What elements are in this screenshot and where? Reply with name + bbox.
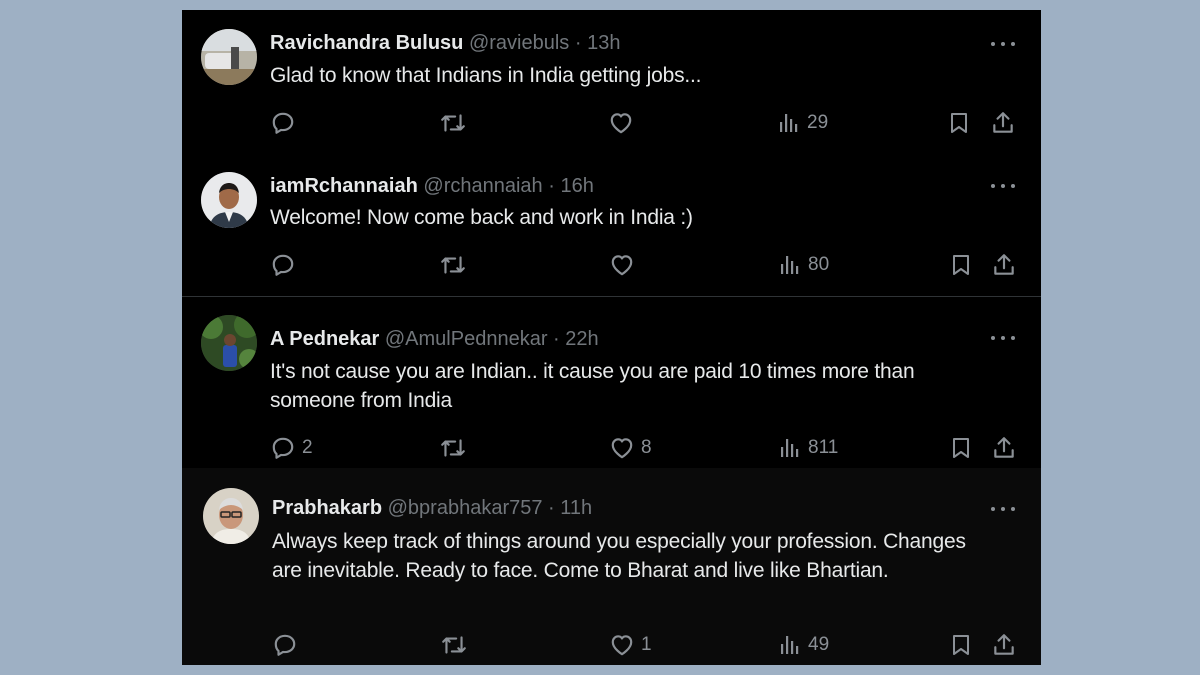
share-button[interactable] (991, 252, 1017, 278)
reply-icon (272, 437, 294, 459)
like-button[interactable]: 1 (609, 632, 652, 658)
reply-icon (274, 634, 296, 656)
tweet-text: Welcome! Now come back and work in India… (270, 206, 693, 229)
retweet-button[interactable] (439, 252, 473, 278)
retweet-icon (442, 636, 466, 654)
separator-dot: · (548, 497, 555, 519)
avatar[interactable] (203, 488, 259, 544)
views-count: 49 (808, 634, 830, 655)
share-icon (993, 112, 1013, 133)
tweet-text: It's not cause you are Indian.. it cause… (270, 360, 915, 412)
avatar[interactable] (201, 315, 257, 371)
views-button[interactable]: 29 (777, 110, 828, 136)
tweet[interactable]: Prabhakarb @bprabhakar757 · 11h Always k… (182, 468, 1041, 665)
display-name[interactable]: iamRchannaiah (270, 175, 418, 197)
display-name[interactable]: Prabhakarb (272, 497, 382, 519)
bookmark-icon (953, 635, 969, 655)
share-button[interactable] (990, 110, 1016, 136)
views-icon (781, 636, 799, 654)
share-icon (994, 634, 1014, 655)
avatar[interactable] (201, 172, 257, 228)
avatar[interactable] (201, 29, 257, 85)
retweet-button[interactable] (439, 110, 473, 136)
reply-count: 2 (302, 437, 313, 458)
retweet-icon (441, 256, 465, 274)
share-icon (994, 437, 1014, 458)
more-icon[interactable] (991, 176, 1015, 196)
like-count: 8 (641, 437, 652, 458)
timestamp[interactable]: 22h (565, 328, 598, 350)
reply-button[interactable] (270, 252, 302, 278)
heart-icon (611, 635, 633, 656)
tweet-text: Always keep track of things around you e… (272, 530, 966, 582)
retweet-button[interactable] (439, 435, 473, 461)
heart-icon (610, 113, 632, 134)
user-handle[interactable]: @rchannaiah (423, 175, 542, 197)
views-count: 29 (807, 112, 829, 133)
reply-button[interactable] (270, 110, 302, 136)
user-handle[interactable]: @bprabhakar757 (388, 497, 543, 519)
views-icon (780, 114, 798, 132)
views-count: 80 (808, 254, 830, 275)
like-button[interactable] (609, 252, 641, 278)
reply-button[interactable] (272, 632, 304, 658)
bookmark-icon (951, 113, 967, 133)
bookmark-button[interactable] (949, 252, 973, 278)
display-name[interactable]: A Pednekar (270, 328, 379, 350)
separator-dot: · (553, 328, 560, 350)
more-icon[interactable] (991, 328, 1015, 348)
display-name[interactable]: Ravichandra Bulusu (270, 32, 463, 54)
replies-panel: Ravichandra Bulusu @raviebuls · 13h Glad… (182, 10, 1041, 665)
bookmark-button[interactable] (949, 632, 973, 658)
views-button[interactable]: 80 (778, 252, 829, 278)
separator-dot: · (574, 32, 582, 54)
share-button[interactable] (991, 435, 1017, 461)
like-button[interactable] (608, 110, 640, 136)
tweet[interactable]: A Pednekar @AmulPednnekar · 22h It's not… (182, 297, 1041, 468)
views-count: 811 (808, 437, 839, 458)
like-button[interactable]: 8 (609, 435, 652, 461)
tweet-text: Glad to know that Indians in India getti… (270, 64, 702, 87)
more-icon[interactable] (991, 499, 1015, 519)
more-icon[interactable] (991, 34, 1015, 54)
views-button[interactable]: 811 (778, 435, 838, 461)
tweet-header: Prabhakarb @bprabhakar757 · 11h (272, 495, 592, 521)
reply-button[interactable]: 2 (270, 435, 313, 461)
retweet-icon (441, 114, 465, 132)
heart-icon (611, 255, 633, 276)
like-count: 1 (641, 634, 652, 655)
tweet[interactable]: Ravichandra Bulusu @raviebuls · 13h Glad… (182, 10, 1041, 153)
user-handle[interactable]: @raviebuls (469, 32, 569, 54)
bookmark-button[interactable] (949, 435, 973, 461)
tweet-header: A Pednekar @AmulPednnekar · 22h (270, 326, 599, 352)
timestamp[interactable]: 16h (560, 175, 593, 197)
views-icon (781, 439, 799, 457)
retweet-icon (441, 439, 465, 457)
reply-icon (272, 254, 294, 276)
bookmark-icon (953, 438, 969, 458)
reply-icon (272, 112, 294, 134)
bookmark-icon (953, 255, 969, 275)
user-handle[interactable]: @AmulPednnekar (385, 328, 548, 350)
bookmark-button[interactable] (947, 110, 971, 136)
views-button[interactable]: 49 (778, 632, 829, 658)
tweet-header: iamRchannaiah @rchannaiah · 16h (270, 173, 594, 199)
retweet-button[interactable] (440, 632, 474, 658)
timestamp[interactable]: 13h (587, 32, 620, 54)
timestamp[interactable]: 11h (560, 497, 592, 519)
separator-dot: · (548, 175, 555, 197)
share-button[interactable] (991, 632, 1017, 658)
share-icon (994, 254, 1014, 275)
tweet[interactable]: iamRchannaiah @rchannaiah · 16h Welcome!… (182, 153, 1041, 296)
heart-icon (611, 438, 633, 459)
views-icon (781, 256, 799, 274)
tweet-header: Ravichandra Bulusu @raviebuls · 13h (270, 30, 620, 56)
